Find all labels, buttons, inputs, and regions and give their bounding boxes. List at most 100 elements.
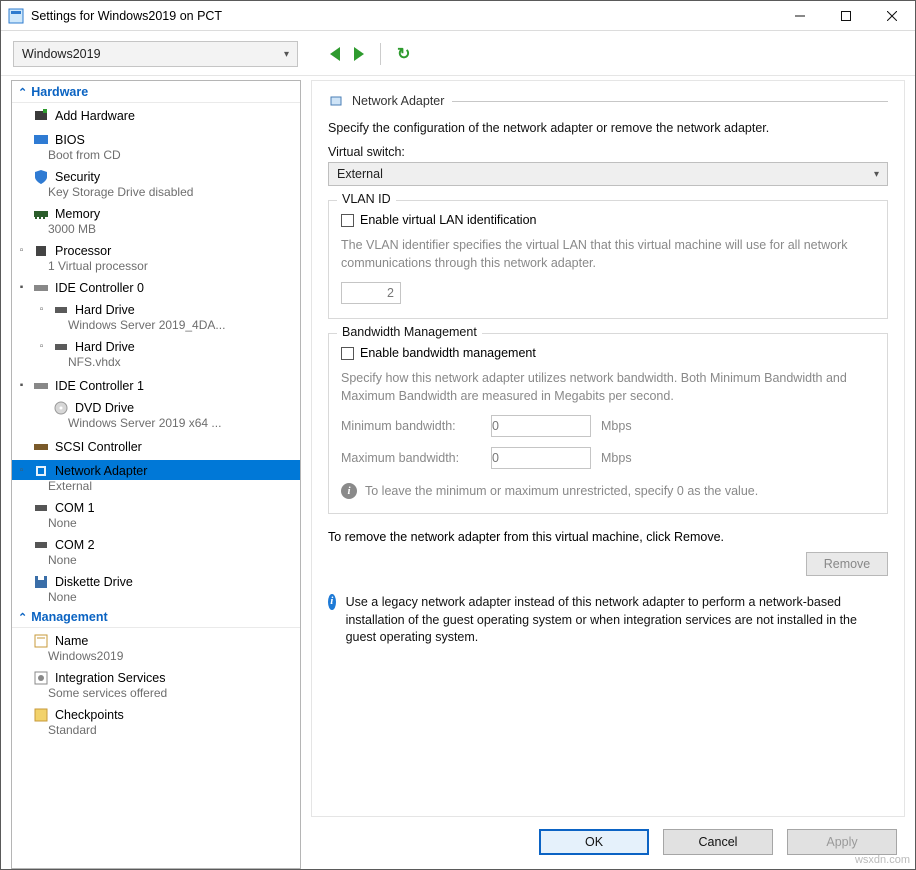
vlan-legend: VLAN ID [337, 192, 396, 206]
bandwidth-group: Bandwidth Management Enable bandwidth ma… [328, 333, 888, 514]
node-name-sub: Windows2019 [12, 649, 300, 663]
separator [380, 43, 381, 65]
node-processor[interactable]: ▫Processor1 Virtual processor [12, 238, 300, 275]
node-security-sub: Key Storage Drive disabled [12, 185, 300, 199]
vlan-id-field[interactable]: 2 [341, 282, 401, 304]
node-checkpoints[interactable]: CheckpointsStandard [12, 702, 300, 739]
min-bandwidth-field[interactable]: 0 [491, 415, 591, 437]
unit-label: Mbps [601, 451, 632, 465]
remove-text: To remove the network adapter from this … [328, 530, 724, 544]
details-panel: Network Adapter Specify the configuratio… [311, 80, 905, 817]
node-ide1[interactable]: ▪IDE Controller 1 DVD DriveWindows Serve… [12, 373, 300, 434]
expand-icon[interactable]: ▫ [16, 245, 27, 256]
expand-icon[interactable]: ▫ [36, 341, 47, 352]
vm-selector[interactable]: Windows2019 ▾ [13, 41, 298, 67]
legacy-info-text: Use a legacy network adapter instead of … [346, 594, 888, 647]
apply-button[interactable]: Apply [787, 829, 897, 855]
category-management[interactable]: ⌃Management [12, 606, 300, 628]
nav-forward-icon[interactable] [354, 47, 364, 61]
com-port-icon [33, 537, 49, 553]
node-com1-sub: None [12, 516, 300, 530]
collapse-icon[interactable]: ▪ [16, 380, 27, 391]
node-network-adapter[interactable]: ▫Network AdapterExternal [12, 458, 300, 495]
min-bandwidth-row: Minimum bandwidth: 0 Mbps [341, 415, 875, 437]
toolbar-actions: ↻ [308, 43, 410, 65]
network-adapter-icon [33, 463, 49, 479]
controller-icon [33, 378, 49, 394]
checkbox-icon [341, 214, 354, 227]
memory-icon [33, 206, 49, 222]
hard-drive-icon [53, 339, 69, 355]
vlan-checkbox-label: Enable virtual LAN identification [360, 213, 537, 227]
shield-icon [33, 169, 49, 185]
minimize-button[interactable] [777, 1, 823, 31]
diskette-icon [33, 574, 49, 590]
settings-tree[interactable]: ⌃Hardware Add Hardware BIOSBoot from CD … [12, 81, 300, 868]
node-diskette[interactable]: Diskette DriveNone [12, 569, 300, 606]
collapse-icon[interactable]: ▪ [16, 282, 27, 293]
node-network-sub: External [12, 479, 300, 493]
virtual-switch-combo[interactable]: External ▾ [328, 162, 888, 186]
chevron-down-icon: ▾ [874, 169, 879, 180]
node-diskette-sub: None [12, 590, 300, 604]
details-panel-wrap: Network Adapter Specify the configuratio… [307, 76, 915, 869]
node-com2-sub: None [12, 553, 300, 567]
max-bandwidth-label: Maximum bandwidth: [341, 451, 481, 465]
integration-icon [33, 670, 49, 686]
node-security[interactable]: SecurityKey Storage Drive disabled [12, 164, 300, 201]
remove-button[interactable]: Remove [806, 552, 888, 576]
node-dvd[interactable]: DVD DriveWindows Server 2019 x64 ... [32, 395, 300, 432]
node-hd1[interactable]: ▫Hard DriveWindows Server 2019_4DA... [32, 297, 300, 334]
checkbox-icon [341, 347, 354, 360]
content-split: ⌃Hardware Add Hardware BIOSBoot from CD … [1, 75, 915, 869]
node-chk-sub: Standard [12, 723, 300, 737]
category-hardware[interactable]: ⌃Hardware [12, 81, 300, 103]
separator [452, 101, 888, 102]
node-name[interactable]: NameWindows2019 [12, 628, 300, 665]
node-isvc-sub: Some services offered [12, 686, 300, 700]
node-hd2[interactable]: ▫Hard DriveNFS.vhdx [32, 334, 300, 371]
close-button[interactable] [869, 1, 915, 31]
max-bandwidth-field[interactable]: 0 [491, 447, 591, 469]
legacy-info: i Use a legacy network adapter instead o… [328, 594, 888, 647]
nav-back-icon[interactable] [330, 47, 340, 61]
info-icon: i [328, 594, 336, 610]
cancel-button[interactable]: Cancel [663, 829, 773, 855]
vlan-hint: The VLAN identifier specifies the virtua… [341, 237, 875, 272]
category-management-label: Management [31, 610, 107, 624]
virtual-switch-label: Virtual switch: [328, 145, 888, 159]
window-controls [777, 1, 915, 31]
checkpoints-icon [33, 707, 49, 723]
node-integration-services[interactable]: Integration ServicesSome services offere… [12, 665, 300, 702]
ok-button[interactable]: OK [539, 829, 649, 855]
expand-icon[interactable]: ▫ [16, 465, 27, 476]
bandwidth-legend: Bandwidth Management [337, 325, 482, 339]
watermark: wsxdn.com [855, 854, 910, 866]
node-ide0[interactable]: ▪IDE Controller 0 ▫Hard DriveWindows Ser… [12, 275, 300, 373]
expand-icon[interactable]: ▫ [36, 304, 47, 315]
controller-icon [33, 280, 49, 296]
bandwidth-info-row: i To leave the minimum or maximum unrest… [341, 483, 875, 499]
node-scsi[interactable]: SCSI Controller [12, 434, 300, 458]
window-title: Settings for Windows2019 on PCT [31, 9, 777, 23]
node-com1[interactable]: COM 1None [12, 495, 300, 532]
maximize-button[interactable] [823, 1, 869, 31]
node-add-hardware[interactable]: Add Hardware [12, 103, 300, 127]
toolbar: Windows2019 ▾ ↻ [1, 31, 915, 75]
dvd-icon [53, 400, 69, 416]
virtual-switch-value: External [337, 167, 383, 181]
node-bios-sub: Boot from CD [12, 148, 300, 162]
add-hardware-icon [33, 108, 49, 124]
bandwidth-enable-checkbox[interactable]: Enable bandwidth management [341, 346, 875, 360]
com-port-icon [33, 500, 49, 516]
bandwidth-hint: Specify how this network adapter utilize… [341, 370, 875, 405]
node-memory[interactable]: Memory3000 MB [12, 201, 300, 238]
refresh-icon[interactable]: ↻ [397, 44, 410, 64]
app-icon [8, 8, 24, 24]
bandwidth-checkbox-label: Enable bandwidth management [360, 346, 536, 360]
remove-row: To remove the network adapter from this … [328, 530, 888, 544]
dialog-buttons: OK Cancel Apply [307, 817, 915, 869]
node-com2[interactable]: COM 2None [12, 532, 300, 569]
node-bios[interactable]: BIOSBoot from CD [12, 127, 300, 164]
vlan-enable-checkbox[interactable]: Enable virtual LAN identification [341, 213, 875, 227]
